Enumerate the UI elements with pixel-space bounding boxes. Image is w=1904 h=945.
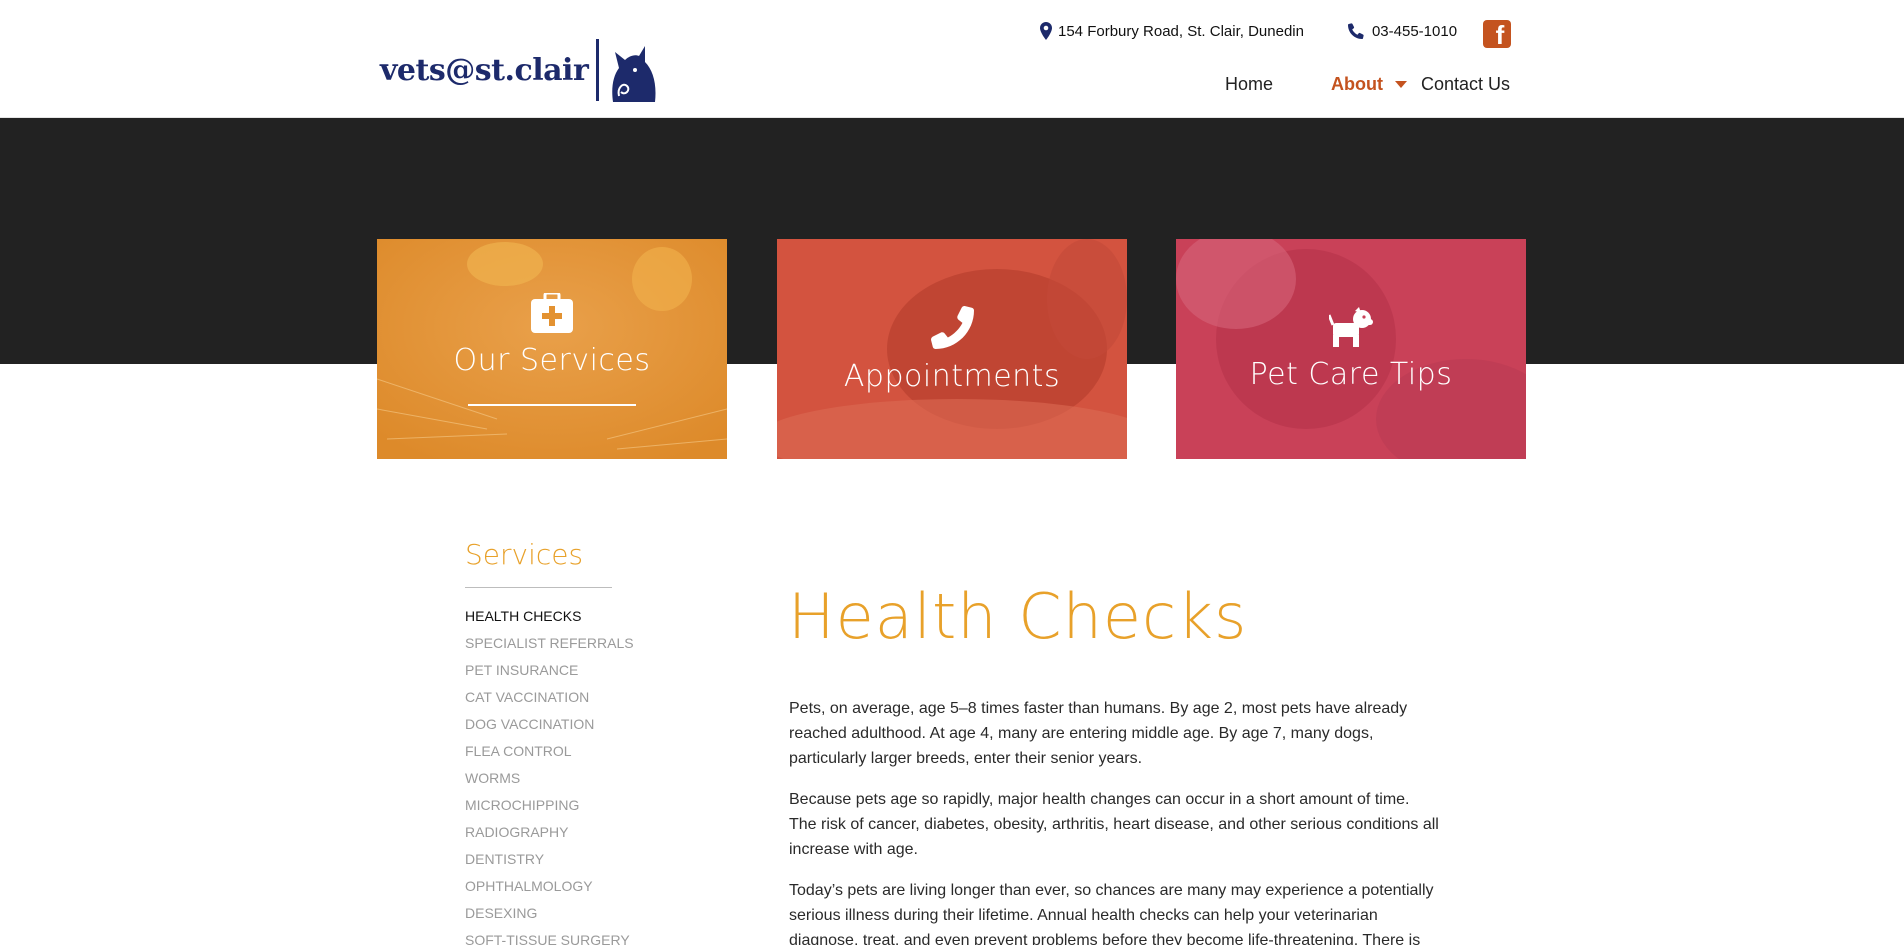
sidebar-item-pet-insurance[interactable]: PET INSURANCE (465, 657, 634, 684)
nav-about-label: About (1331, 74, 1383, 94)
sidebar-item-cat-vaccination[interactable]: CAT VACCINATION (465, 684, 634, 711)
nav-home[interactable]: Home (1225, 74, 1273, 95)
cat-logo-icon (612, 46, 656, 102)
article-body: Pets, on average, age 5–8 times faster t… (789, 696, 1439, 945)
sidebar-item-worms[interactable]: WORMS (465, 765, 634, 792)
tile-content: Appointments (844, 305, 1060, 394)
phone-icon (1347, 23, 1364, 39)
sidebar-title: Services (465, 538, 584, 571)
site-logo[interactable]: vets@st.clair (380, 38, 657, 102)
nav-contact[interactable]: Contact Us (1421, 74, 1510, 95)
medkit-icon (530, 292, 573, 333)
sidebar-item-dentistry[interactable]: DENTISTRY (465, 846, 634, 873)
dog-icon (1329, 306, 1373, 347)
nav-about[interactable]: About (1331, 74, 1407, 95)
sidebar-divider (465, 587, 612, 588)
sidebar-item-radiography[interactable]: RADIOGRAPHY (465, 819, 634, 846)
facebook-glyph: f (1495, 20, 1505, 50)
tile-content: Our Services (453, 292, 651, 406)
sidebar-item-desexing[interactable]: DESEXING (465, 900, 634, 927)
sidebar-services-list: HEALTH CHECKS SPECIALIST REFERRALS PET I… (465, 603, 634, 945)
phone-number: 03-455-1010 (1371, 22, 1458, 40)
sidebar-item-soft-tissue-surgery[interactable]: SOFT-TISSUE SURGERY (465, 927, 634, 945)
chevron-down-icon (1395, 81, 1407, 88)
paragraph: Today’s pets are living longer than ever… (789, 882, 1434, 945)
sidebar-item-microchipping[interactable]: MICROCHIPPING (465, 792, 634, 819)
address-text: 154 Forbury Road, St. Clair, Dunedin (1058, 22, 1304, 40)
logo-divider (596, 39, 600, 101)
phone-icon (931, 305, 974, 349)
paragraph: Pets, on average, age 5–8 times faster t… (789, 700, 1408, 767)
sidebar-item-dog-vaccination[interactable]: DOG VACCINATION (465, 711, 634, 738)
main-nav: Home About Contact Us (1225, 74, 1510, 95)
tile-appointments[interactable]: Appointments (777, 239, 1127, 459)
phone-item[interactable]: 03-455-1010 (1347, 22, 1458, 40)
tile-content: Pet Care Tips (1249, 306, 1453, 392)
tile-title: Appointments (843, 358, 1061, 394)
facebook-icon[interactable]: f (1483, 20, 1511, 48)
sidebar-item-specialist-referrals[interactable]: SPECIALIST REFERRALS (465, 630, 634, 657)
sidebar-item-flea-control[interactable]: FLEA CONTROL (465, 738, 634, 765)
tile-title: Our Services (453, 342, 651, 378)
tile-our-services[interactable]: Our Services (377, 239, 727, 459)
site-header: vets@st.clair 154 Forbury Road, St. Clai… (0, 0, 1904, 118)
contact-info: 154 Forbury Road, St. Clair, Dunedin 03-… (1040, 22, 1457, 40)
map-pin-icon (1040, 22, 1052, 40)
sidebar-item-ophthalmology[interactable]: OPHTHALMOLOGY (465, 873, 634, 900)
tile-pet-care-tips[interactable]: Pet Care Tips (1176, 239, 1526, 459)
paragraph: Because pets age so rapidly, major healt… (789, 791, 1439, 858)
address-item: 154 Forbury Road, St. Clair, Dunedin (1040, 22, 1304, 40)
tile-title: Pet Care Tips (1249, 356, 1453, 392)
logo-text: vets@st.clair (380, 52, 589, 88)
tile-active-underline (467, 403, 636, 406)
page-title: Health Checks (788, 580, 1248, 653)
sidebar-item-health-checks[interactable]: HEALTH CHECKS (465, 603, 634, 630)
